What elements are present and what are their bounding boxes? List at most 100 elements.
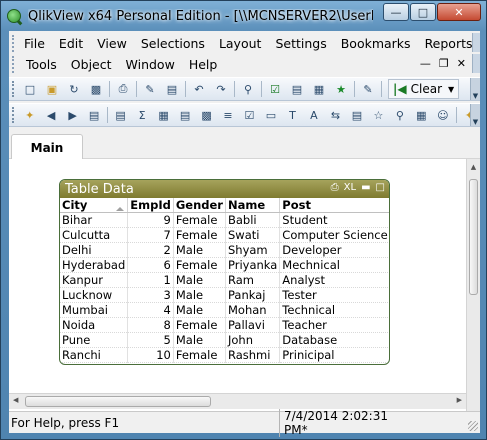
reload-data-icon[interactable]: ▤ — [163, 80, 181, 98]
table-cell[interactable]: Shyam — [225, 242, 281, 258]
table-cell[interactable]: John — [225, 332, 281, 348]
table-cell[interactable]: Hyderabad — [60, 257, 129, 273]
menu-grip[interactable] — [12, 35, 14, 52]
column-header-empid[interactable]: EmpId — [127, 198, 174, 213]
toolbar-grip[interactable] — [12, 81, 16, 97]
bookmark-object-icon[interactable]: ☆ — [370, 106, 387, 124]
table-cell[interactable]: Female — [173, 257, 226, 273]
menu-bookmarks[interactable]: Bookmarks — [335, 36, 419, 51]
listbox-icon[interactable]: ▤ — [112, 106, 129, 124]
table-cell[interactable]: Tester — [279, 287, 389, 303]
table-cell[interactable]: Kanpur — [60, 272, 129, 288]
sheet-canvas[interactable]: Table Data ⎙ XL ▬ □ City EmpId Gender Na… — [9, 159, 480, 411]
table-row[interactable]: Culcutta 7 Female Swati Computer Science — [60, 227, 389, 243]
column-header-post[interactable]: Post — [279, 198, 389, 213]
table-row[interactable]: Pune 5 Male John Database — [60, 332, 389, 348]
table-cell[interactable]: 6 — [127, 257, 174, 273]
table-cell[interactable]: Male — [173, 302, 226, 318]
design-icon[interactable]: ✎ — [359, 80, 377, 98]
toolbar-grip[interactable] — [12, 107, 16, 123]
table-row[interactable]: Bihar 9 Female Babli Student — [60, 212, 389, 228]
search-object-icon[interactable]: ⚲ — [391, 106, 408, 124]
maximize-button[interactable]: □ — [410, 3, 436, 21]
table-cell[interactable]: Pune — [60, 332, 129, 348]
table-row[interactable]: Mumbai 4 Male Mohan Technical — [60, 302, 389, 318]
custom-object-icon[interactable]: ☺ — [434, 106, 451, 124]
table-cell[interactable]: Pankaj — [225, 287, 281, 303]
table-cell[interactable]: 9 — [127, 212, 174, 228]
minimize-icon[interactable]: ▬ — [361, 182, 370, 193]
table-cell[interactable]: Delhi — [60, 242, 129, 258]
chart-icon[interactable]: ▩ — [198, 106, 215, 124]
doc-restore-icon[interactable]: ❐ — [439, 57, 449, 70]
table-viewer-icon[interactable]: ▦ — [310, 80, 328, 98]
line-arrow-icon[interactable]: A — [305, 106, 322, 124]
table-cell[interactable]: Ranchi — [60, 347, 129, 363]
save-icon[interactable]: ▩ — [87, 80, 105, 98]
menu-layout[interactable]: Layout — [213, 36, 270, 51]
table-cell[interactable]: Pallavi — [225, 317, 281, 333]
table-cell[interactable]: Male — [173, 287, 226, 303]
table-cell[interactable]: Technical — [279, 302, 389, 318]
table-cell[interactable]: 5 — [127, 332, 174, 348]
resize-grip-icon[interactable] — [468, 421, 478, 431]
table-box[interactable]: Table Data ⎙ XL ▬ □ City EmpId Gender Na… — [59, 179, 390, 365]
undo-icon[interactable]: ↶ — [190, 80, 208, 98]
container-icon[interactable]: ▦ — [413, 106, 430, 124]
table-cell[interactable]: 2 — [127, 242, 174, 258]
doc-minimize-icon[interactable]: — — [420, 57, 431, 70]
qlikview-logo-icon[interactable] — [7, 9, 21, 23]
statistics-box-icon[interactable]: Σ — [133, 106, 150, 124]
table-cell[interactable]: Female — [173, 212, 226, 228]
menu-scroll-handle[interactable] — [472, 33, 480, 52]
horizontal-scrollbar[interactable]: ◀ ▶ — [9, 393, 466, 409]
menu-view[interactable]: View — [91, 36, 135, 51]
demote-sheet-icon[interactable]: ▶ — [64, 106, 81, 124]
title-bar[interactable]: QlikView x64 Personal Edition - [\\MCNSE… — [1, 1, 486, 31]
button-object-icon[interactable]: ▭ — [262, 106, 279, 124]
menu-scroll-handle[interactable] — [472, 54, 480, 73]
edit-script-icon[interactable]: ✎ — [141, 80, 159, 98]
table-row[interactable]: Lucknow 3 Male Pankaj Tester — [60, 287, 389, 303]
table-cell[interactable]: Male — [173, 242, 226, 258]
table-cell[interactable]: Mohan — [225, 302, 281, 318]
table-cell[interactable]: 7 — [127, 227, 174, 243]
table-cell[interactable]: Teacher — [279, 317, 389, 333]
menu-selections[interactable]: Selections — [135, 36, 213, 51]
table-row[interactable]: Kanpur 1 Male Ram Analyst — [60, 272, 389, 288]
menu-file[interactable]: File — [18, 36, 53, 51]
table-cell[interactable]: Culcutta — [60, 227, 129, 243]
close-button[interactable]: ✕ — [437, 3, 481, 21]
table-cell[interactable]: Mumbai — [60, 302, 129, 318]
table-row[interactable]: Ranchi 10 Female Rashmi Prinicipal — [60, 347, 389, 363]
table-cell[interactable]: Prinicipal — [279, 347, 389, 363]
input-box-icon[interactable]: ≡ — [219, 106, 236, 124]
print-icon[interactable]: ⎙ — [331, 182, 339, 193]
table-row[interactable]: Hyderabad 6 Female Priyanka Mechnical — [60, 257, 389, 273]
table-cell[interactable]: 8 — [127, 317, 174, 333]
table-cell[interactable]: Female — [173, 227, 226, 243]
redo-icon[interactable]: ↷ — [212, 80, 230, 98]
table-cell[interactable]: Computer Science — [279, 227, 389, 243]
tab-main[interactable]: Main — [11, 134, 83, 160]
multi-box-icon[interactable]: ▤ — [176, 106, 193, 124]
menu-tools[interactable]: Tools — [20, 57, 65, 72]
column-header-city[interactable]: City — [60, 198, 129, 213]
table-cell[interactable]: Female — [173, 317, 226, 333]
table-cell[interactable]: Female — [173, 347, 226, 363]
new-sheet-icon[interactable]: ✦ — [21, 106, 38, 124]
table-cell[interactable]: Swati — [225, 227, 281, 243]
horizontal-scroll-thumb[interactable] — [25, 396, 211, 407]
table-cell[interactable]: 10 — [127, 347, 174, 363]
table-cell[interactable]: Bihar — [60, 212, 129, 228]
slider-icon[interactable]: ⇆ — [327, 106, 344, 124]
column-header-gender[interactable]: Gender — [173, 198, 226, 213]
table-cell[interactable]: Noida — [60, 317, 129, 333]
print-icon[interactable]: ⎙ — [114, 80, 132, 98]
table-cell[interactable]: Male — [173, 332, 226, 348]
menu-window[interactable]: Window — [120, 57, 183, 72]
table-cell[interactable]: Analyst — [279, 272, 389, 288]
table-row[interactable]: Delhi 2 Male Shyam Developer — [60, 242, 389, 258]
calendar-icon[interactable]: ▤ — [348, 106, 365, 124]
fields-icon[interactable]: ▤ — [288, 80, 306, 98]
